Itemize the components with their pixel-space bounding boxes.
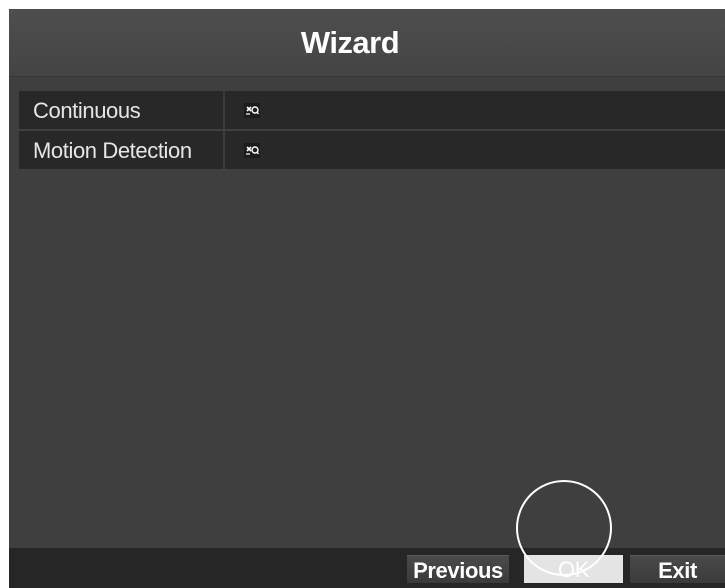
record-schedule-table: Continuous Motion Detection <box>19 91 725 171</box>
dialog-title: Wizard <box>300 25 400 60</box>
exit-button[interactable]: Exit <box>630 555 725 583</box>
button-bar: Previous OK Exit <box>9 548 725 588</box>
table-row-motion-detection: Motion Detection <box>19 131 725 171</box>
title-bar: Wizard <box>9 9 725 77</box>
wizard-dialog: Wizard Continuous Motion Detection Previ… <box>9 9 725 588</box>
table-row-continuous: Continuous <box>19 91 725 131</box>
edit-schedule-icon[interactable] <box>244 103 260 118</box>
edit-schedule-icon[interactable] <box>244 143 260 158</box>
ok-button[interactable]: OK <box>524 555 623 583</box>
row-label-continuous: Continuous <box>19 91 225 129</box>
previous-button[interactable]: Previous <box>407 555 509 583</box>
row-label-motion-detection: Motion Detection <box>19 131 225 169</box>
